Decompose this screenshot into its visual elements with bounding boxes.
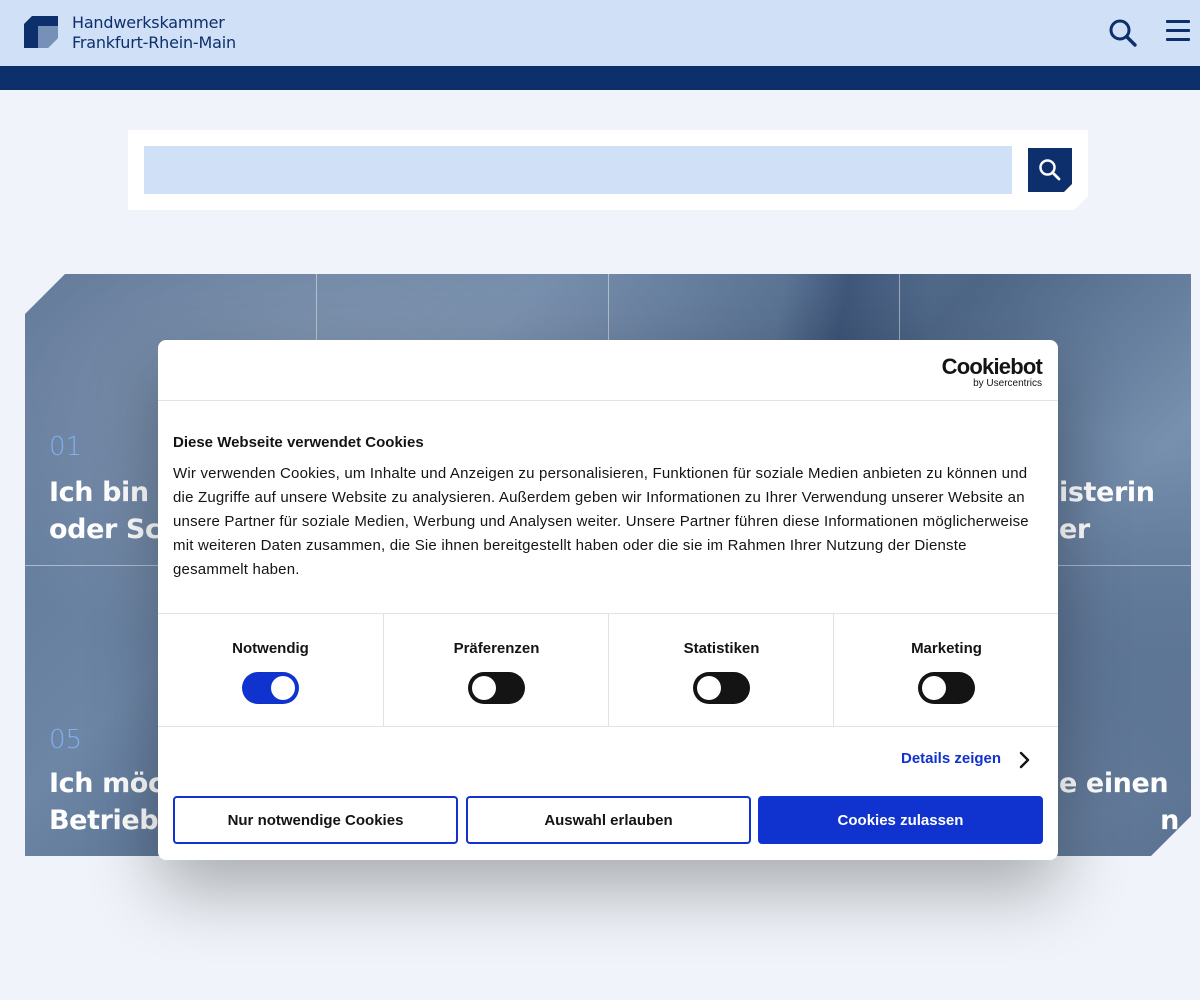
- tile-title-line: e einen: [1059, 768, 1169, 799]
- cookie-title: Diese Webseite verwendet Cookies: [173, 434, 424, 451]
- toggle-statistics[interactable]: [693, 672, 750, 704]
- search-input[interactable]: [144, 146, 1012, 194]
- search-icon[interactable]: [1108, 18, 1138, 48]
- org-name[interactable]: Handwerkskammer Frankfurt-Rhein-Main: [72, 13, 236, 53]
- tile-title[interactable]: Ich bin Sc oder Schu: [49, 474, 169, 548]
- org-name-line1: Handwerkskammer: [72, 13, 225, 32]
- tile-title[interactable]: Ich möch Betrieb g: [49, 765, 169, 839]
- category-label: Präferenzen: [453, 640, 540, 657]
- divider: [158, 726, 1058, 727]
- site-header: Handwerkskammer Frankfurt-Rhein-Main: [0, 0, 1200, 66]
- tile-title-line: Ich möch: [49, 768, 164, 799]
- tile-title-line: er: [1059, 514, 1090, 545]
- chamber-logo-icon[interactable]: [24, 16, 58, 48]
- divider: [158, 400, 1058, 401]
- category-statistics: Statistiken: [608, 614, 834, 726]
- tile-title-line: oder Schu: [49, 514, 161, 545]
- toggle-marketing[interactable]: [918, 672, 975, 704]
- cookiebot-brand: Cookiebot: [941, 354, 1043, 379]
- category-label: Marketing: [911, 640, 982, 657]
- cookiebot-logo: Cookiebot by Usercentrics: [941, 354, 1043, 389]
- search-icon: [1038, 158, 1062, 182]
- details-link[interactable]: Details zeigen: [901, 750, 1001, 767]
- tile-number: 05: [49, 725, 83, 755]
- search-submit-button[interactable]: [1028, 148, 1072, 192]
- tile-title-line: n: [1160, 805, 1179, 836]
- org-name-line2: Frankfurt-Rhein-Main: [72, 33, 236, 52]
- tile-title-line: Ich bin Sc: [49, 477, 149, 508]
- category-marketing: Marketing: [833, 614, 1058, 726]
- tile-title-line: isterin: [1059, 477, 1155, 508]
- header-band: [0, 66, 1200, 90]
- search-box: [128, 130, 1088, 210]
- category-necessary: Notwendig: [158, 614, 383, 726]
- tile-number: 01: [49, 432, 83, 462]
- allow-all-button[interactable]: Cookies zulassen: [758, 796, 1043, 844]
- necessary-only-button[interactable]: Nur notwendige Cookies: [173, 796, 458, 844]
- toggle-necessary[interactable]: [242, 672, 299, 704]
- cookie-description: Wir verwenden Cookies, um Inhalte und An…: [173, 465, 1029, 578]
- allow-selection-button[interactable]: Auswahl erlauben: [466, 796, 751, 844]
- chevron-right-icon[interactable]: [1018, 749, 1032, 771]
- cookie-consent-dialog: Cookiebot by Usercentrics Diese Webseite…: [158, 340, 1058, 860]
- tile-title[interactable]: isterin er: [1059, 474, 1179, 548]
- tile-title-line: Betrieb g: [49, 805, 159, 836]
- menu-icon[interactable]: [1166, 20, 1190, 44]
- tile-title[interactable]: e einen n: [1059, 765, 1179, 839]
- category-label: Statistiken: [683, 640, 760, 657]
- category-preferences: Präferenzen: [383, 614, 609, 726]
- toggle-preferences[interactable]: [468, 672, 525, 704]
- category-label: Notwendig: [232, 640, 309, 657]
